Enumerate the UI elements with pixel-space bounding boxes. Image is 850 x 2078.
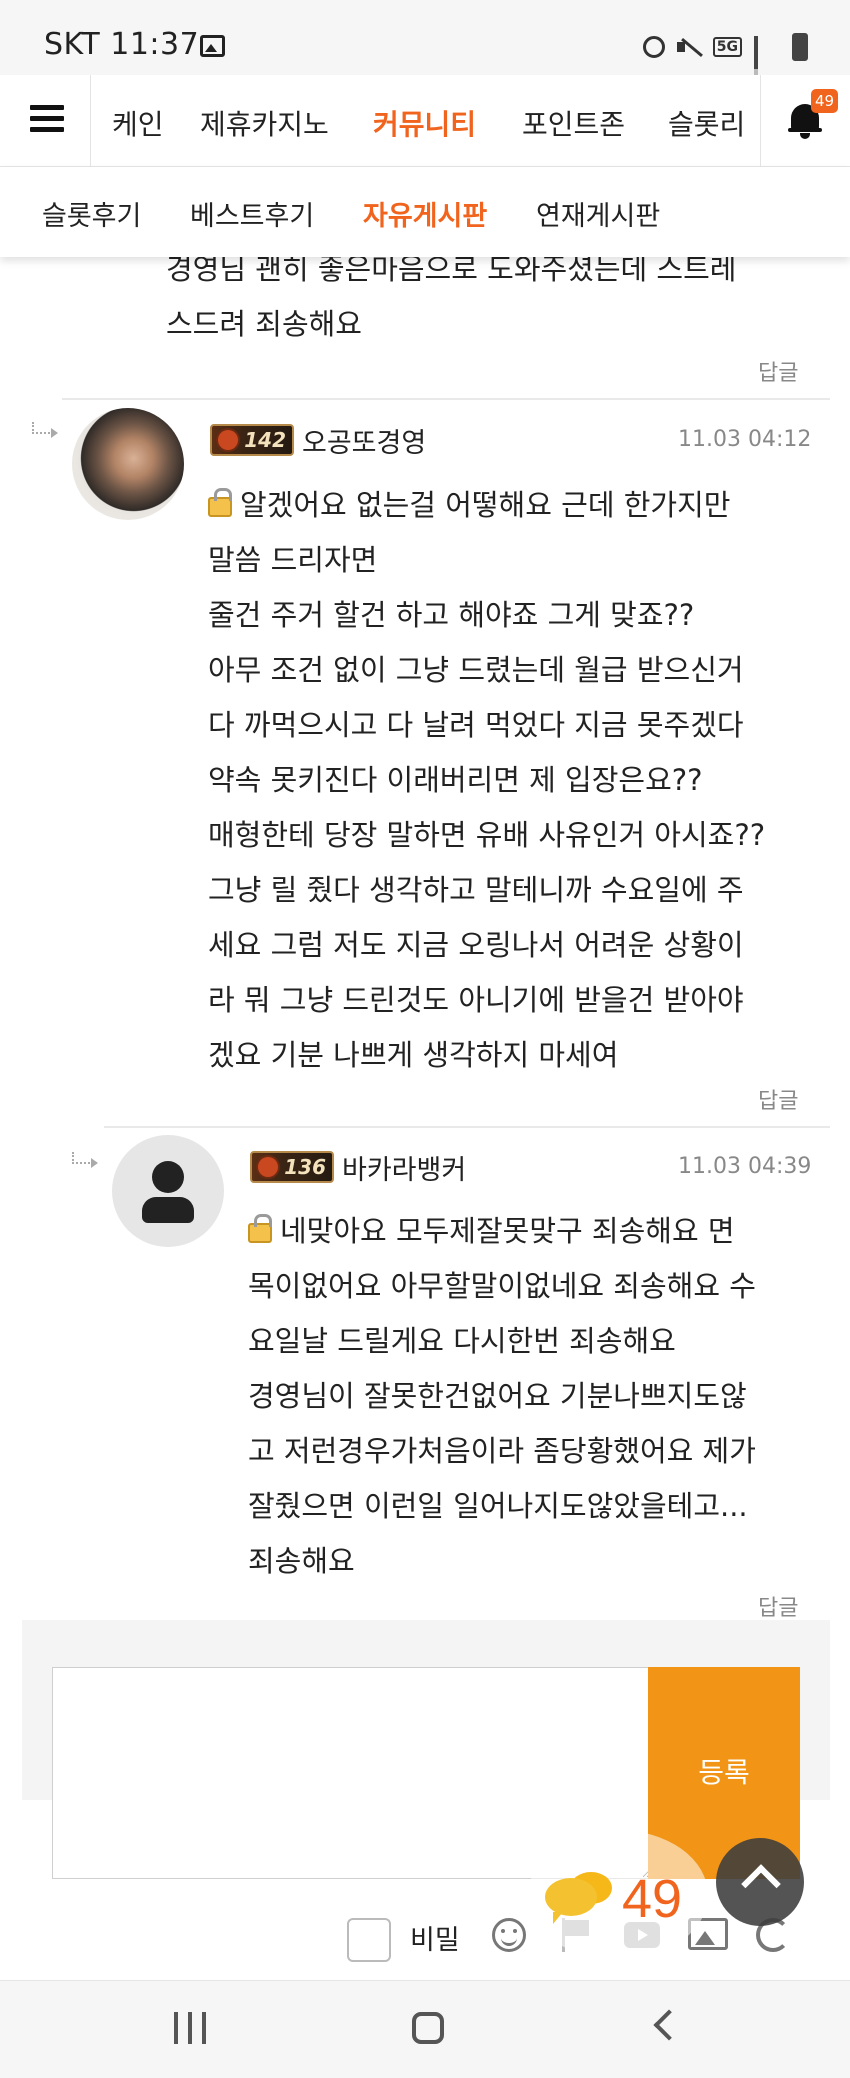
reply-link[interactable]: 답글 xyxy=(758,1083,798,1115)
comment-text-line: 말씀 드리자면 xyxy=(208,543,378,577)
comment-text-line: 줄건 주거 할건 하고 해야죠 그게 맞죠?? xyxy=(208,598,695,632)
nav-divider xyxy=(760,75,761,167)
comment-text-line: 네맞아요 모두제잘못맞구 죄송해요 면 xyxy=(280,1214,735,1248)
sub-nav: 슬롯후기 베스트후기 자유게시판 연재게시판 xyxy=(0,167,850,257)
nav-item-point-zone[interactable]: 포인트존 xyxy=(522,103,625,143)
emoji-icon[interactable] xyxy=(492,1918,526,1952)
signal-icon xyxy=(754,36,780,90)
reply-arrow-icon xyxy=(72,1152,98,1168)
divider xyxy=(104,1126,830,1128)
level-badge: 142 xyxy=(210,424,294,456)
comment-text-line: 아무 조건 없이 그냥 드렸는데 월급 받으신거 xyxy=(208,653,744,687)
hamburger-icon[interactable] xyxy=(30,105,64,133)
chat-icon[interactable] xyxy=(545,1878,597,1924)
comment-date: 11.03 04:12 xyxy=(678,427,812,452)
lock-icon xyxy=(208,488,232,517)
comment-author[interactable]: 바카라뱅커 xyxy=(342,1148,466,1187)
status-bar: SKT 11:37 5G xyxy=(0,0,850,90)
comment-text-line: 잘줬으면 이런일 일어나지도않았을테고... xyxy=(248,1489,748,1523)
top-nav: 케인 제휴카지노 커뮤니티 포인트존 슬롯리 xyxy=(0,75,850,167)
comment-text-line: 목이없어요 아무할말이없네요 죄송해요 수 xyxy=(248,1269,756,1303)
secret-label: 비밀 xyxy=(410,1925,460,1956)
tab-free-board[interactable]: 자유게시판 xyxy=(363,194,487,233)
nav-item-slot[interactable]: 슬롯리 xyxy=(668,103,745,143)
divider xyxy=(62,398,830,400)
avatar[interactable] xyxy=(72,408,184,520)
comment-text-line: 약속 못키진다 이래버리면 제 입장은요?? xyxy=(208,763,703,797)
comment-text-line: 겠요 기분 나쁘게 생각하지 마세여 xyxy=(208,1038,619,1072)
comment-text-line: 그냥 릴 줬다 생각하고 말테니까 수요일에 주 xyxy=(208,873,744,907)
level-badge: 136 xyxy=(250,1151,334,1183)
comment-text-line: 라 뭐 그냥 드린것도 아니기에 받을건 받아야 xyxy=(208,983,744,1017)
network-5g-icon: 5G xyxy=(712,37,742,57)
nav-item-kane[interactable]: 케인 xyxy=(112,103,164,143)
nav-item-partner-casino[interactable]: 제휴카지노 xyxy=(200,103,329,143)
reply-link[interactable]: 답글 xyxy=(758,1590,798,1622)
recent-apps-icon[interactable] xyxy=(174,2012,210,2044)
comment-text-line: 매형한테 당장 말하면 유배 사유인거 아시죠?? xyxy=(208,818,766,852)
mute-icon xyxy=(676,37,701,57)
battery-icon xyxy=(792,33,808,61)
comment-text-line: 요일날 드릴게요 다시한번 죄송해요 xyxy=(248,1324,676,1358)
comment-author[interactable]: 오공또경영 xyxy=(302,421,426,460)
arrow-up-icon[interactable] xyxy=(716,1838,804,1926)
tab-series-board[interactable]: 연재게시판 xyxy=(536,194,660,233)
reply-link[interactable]: 답글 xyxy=(758,355,798,387)
reply-arrow-icon xyxy=(32,422,58,438)
lock-icon xyxy=(248,1214,272,1243)
image-notification-icon xyxy=(200,35,225,57)
comment-text-line: 세요 그럼 저도 지금 오링나서 어려운 상황이 xyxy=(208,928,744,962)
comment-text-line: 경영님이 잘못한건없어요 기분나쁘지도않 xyxy=(248,1379,747,1413)
secret-checkbox[interactable] xyxy=(347,1918,391,1962)
comment-text-line: 죄송해요 xyxy=(248,1544,355,1578)
comment-text-line: 고 저런경우가처음이라 좀당황했어요 제가 xyxy=(248,1434,756,1468)
comment-date: 11.03 04:39 xyxy=(678,1154,812,1179)
home-icon[interactable] xyxy=(412,2012,444,2044)
avatar[interactable] xyxy=(112,1135,224,1247)
status-time: SKT 11:37 xyxy=(44,27,200,62)
nav-item-community[interactable]: 커뮤니티 xyxy=(373,103,476,143)
alarm-icon xyxy=(642,36,665,58)
comment-text-line: 다 까먹으시고 다 날려 먹었다 지금 못주겠다 xyxy=(208,708,744,742)
nav-divider xyxy=(90,75,91,167)
comment-text-line: 알겠어요 없는걸 어떻해요 근데 한가지만 xyxy=(240,488,731,522)
tab-best-review[interactable]: 베스트후기 xyxy=(190,194,314,233)
notification-badge: 49 xyxy=(811,89,838,113)
comment-text-line: 스드려 죄송해요 xyxy=(166,307,362,341)
chat-count[interactable]: 49 xyxy=(622,1868,682,1930)
status-icons: 5G xyxy=(642,30,808,90)
tab-slot-review[interactable]: 슬롯후기 xyxy=(42,194,141,233)
